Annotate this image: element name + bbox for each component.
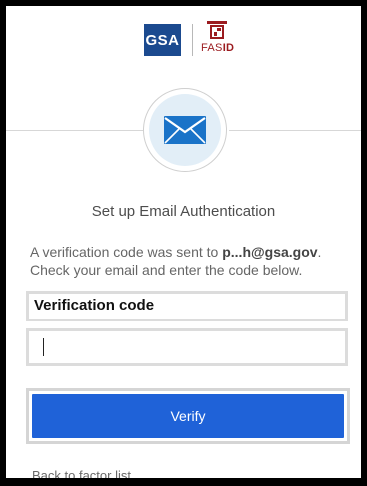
fasid-logo: FASID — [201, 18, 235, 58]
logo-divider — [192, 24, 193, 56]
verification-code-field[interactable] — [26, 328, 348, 366]
instructions-line2: Check your email and enter the code belo… — [30, 262, 303, 278]
gsa-logo: GSA — [144, 24, 181, 56]
instructions-text: A verification code was sent to p...h@gs… — [30, 243, 350, 279]
envelope-icon — [164, 116, 206, 144]
fasid-logo-text: FASID — [201, 42, 235, 54]
verify-button-focus-ring: Verify — [26, 388, 350, 444]
divider-left — [6, 130, 144, 131]
factor-icon-background — [149, 94, 221, 166]
factor-icon-circle — [143, 88, 227, 172]
instructions-prefix: A verification code was sent to — [30, 244, 223, 260]
fasid-prefix: FAS — [201, 42, 223, 54]
verification-code-label: Verification code — [26, 291, 348, 321]
masked-email: p...h@gsa.gov — [222, 244, 318, 260]
logo-header: GSA FASID — [6, 18, 361, 58]
page-title: Set up Email Authentication — [91, 203, 276, 220]
divider-right — [229, 130, 361, 131]
fasid-suffix: ID — [222, 42, 235, 54]
fasid-mark-icon — [207, 21, 227, 39]
verify-button[interactable]: Verify — [32, 394, 344, 438]
login-card: GSA FASID Set up Email Authentication A … — [0, 0, 367, 486]
verification-code-input[interactable] — [29, 331, 345, 363]
back-to-factor-list-link[interactable]: Back to factor list — [32, 468, 131, 478]
instructions-period: . — [317, 244, 322, 260]
